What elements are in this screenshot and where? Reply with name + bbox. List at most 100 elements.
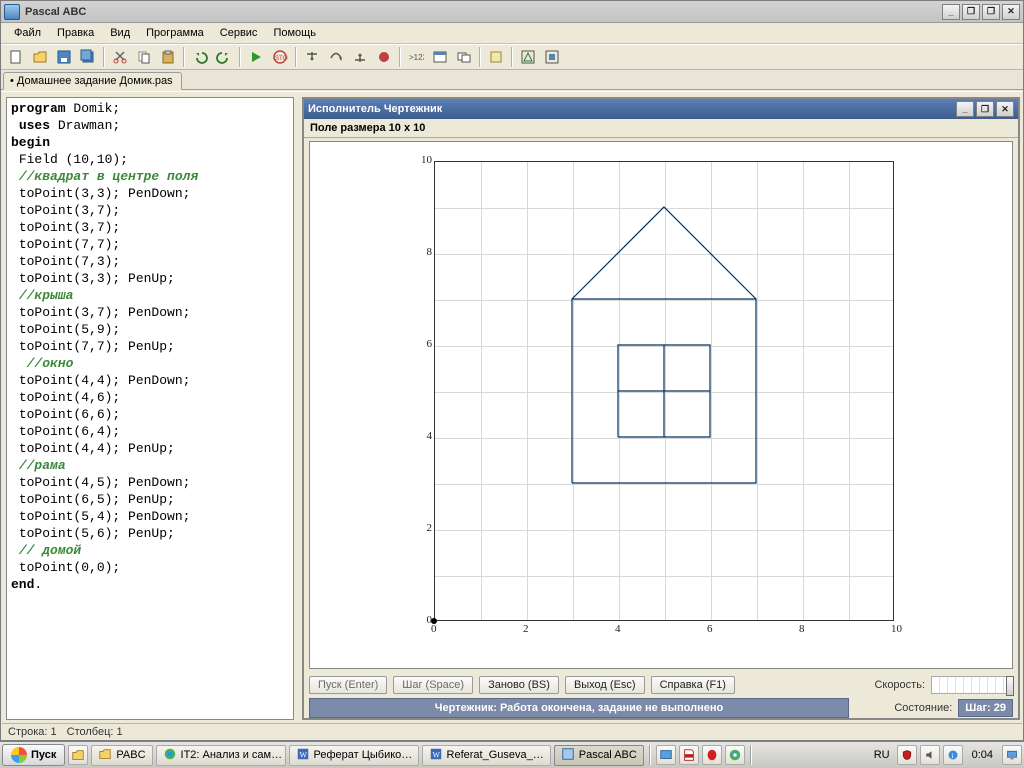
menu-view[interactable]: Вид: [103, 25, 137, 41]
step-over-icon[interactable]: [325, 47, 347, 67]
x-tick: 8: [799, 623, 805, 635]
code-line[interactable]: toPoint(6,6);: [11, 406, 289, 423]
drawman-titlebar[interactable]: Исполнитель Чертежник _ ❐ ✕: [304, 99, 1018, 119]
close-button[interactable]: ✕: [1002, 4, 1020, 20]
code-line[interactable]: toPoint(7,3);: [11, 253, 289, 270]
app-icon: [561, 747, 575, 764]
code-line[interactable]: toPoint(3,7);: [11, 202, 289, 219]
taskbar-separator: [649, 745, 651, 765]
toolbar-separator: [295, 47, 297, 67]
code-line[interactable]: toPoint(5,4); PenDown;: [11, 508, 289, 525]
paste-icon[interactable]: [157, 47, 179, 67]
titlebar[interactable]: Pascal ABC _ ❐ ❐ ✕: [1, 1, 1023, 23]
menu-help[interactable]: Помощь: [266, 25, 323, 41]
task-item[interactable]: PABC: [91, 745, 152, 766]
tray-volume-icon[interactable]: [920, 745, 940, 765]
run-button[interactable]: Пуск (Enter): [309, 676, 387, 694]
code-line[interactable]: toPoint(4,5); PenDown;: [11, 474, 289, 491]
open-file-icon[interactable]: [29, 47, 51, 67]
code-line[interactable]: Field (10,10);: [11, 151, 289, 168]
code-line[interactable]: toPoint(5,9);: [11, 321, 289, 338]
reset-button[interactable]: Заново (BS): [479, 676, 559, 694]
minimize-button[interactable]: _: [942, 4, 960, 20]
stop-icon[interactable]: STOP: [269, 47, 291, 67]
windows-icon[interactable]: [453, 47, 475, 67]
task-item[interactable]: WРеферат Цыбико…: [289, 745, 419, 766]
code-line[interactable]: toPoint(3,7); PenDown;: [11, 304, 289, 321]
code-line[interactable]: toPoint(3,7);: [11, 219, 289, 236]
code-line[interactable]: uses Drawman;: [11, 117, 289, 134]
step-out-icon[interactable]: [349, 47, 371, 67]
code-line[interactable]: end.: [11, 576, 289, 593]
code-line[interactable]: toPoint(4,6);: [11, 389, 289, 406]
quicklaunch-opera-icon[interactable]: [702, 745, 722, 765]
cut-icon[interactable]: [109, 47, 131, 67]
code-line[interactable]: toPoint(3,3); PenUp;: [11, 270, 289, 287]
code-line[interactable]: toPoint(4,4); PenUp;: [11, 440, 289, 457]
tray-shield-icon[interactable]: [897, 745, 917, 765]
field-size-label: Поле размера 10 x 10: [310, 122, 425, 134]
code-line[interactable]: toPoint(6,4);: [11, 423, 289, 440]
start-button[interactable]: Пуск: [2, 744, 65, 766]
watch-icon[interactable]: >123: [405, 47, 427, 67]
task-item[interactable]: IT2: Анализ и сам…: [156, 745, 286, 766]
quicklaunch-folder-icon[interactable]: [68, 745, 88, 765]
code-line[interactable]: //квадрат в центре поля: [11, 168, 289, 185]
toolbar-separator: [511, 47, 513, 67]
menu-service[interactable]: Сервис: [213, 25, 265, 41]
help-button[interactable]: Справка (F1): [651, 676, 735, 694]
language-indicator[interactable]: RU: [870, 749, 894, 761]
close-button[interactable]: ✕: [996, 101, 1014, 117]
tray-monitor-icon[interactable]: [1002, 745, 1022, 765]
code-line[interactable]: toPoint(5,6); PenUp;: [11, 525, 289, 542]
minimize-button[interactable]: _: [956, 101, 974, 117]
maximize-button[interactable]: ❐: [976, 101, 994, 117]
quicklaunch-chrome-icon[interactable]: [725, 745, 745, 765]
code-line[interactable]: begin: [11, 134, 289, 151]
step-button[interactable]: Шаг (Space): [393, 676, 473, 694]
exit-button[interactable]: Выход (Esc): [565, 676, 645, 694]
code-line[interactable]: //рама: [11, 457, 289, 474]
drawman-icon[interactable]: [517, 47, 539, 67]
maximize-button[interactable]: ❐: [962, 4, 980, 20]
code-line[interactable]: toPoint(7,7);: [11, 236, 289, 253]
code-line[interactable]: toPoint(0,0);: [11, 559, 289, 576]
code-editor[interactable]: program Domik; uses Drawman;begin Field …: [6, 97, 294, 720]
window-icon[interactable]: [429, 47, 451, 67]
copy-icon[interactable]: [133, 47, 155, 67]
code-line[interactable]: toPoint(7,7); PenUp;: [11, 338, 289, 355]
new-file-icon[interactable]: [5, 47, 27, 67]
speed-slider[interactable]: [931, 676, 1013, 694]
run-icon[interactable]: [245, 47, 267, 67]
options-icon[interactable]: [485, 47, 507, 67]
breakpoint-icon[interactable]: [373, 47, 395, 67]
task-item[interactable]: Pascal ABC: [554, 745, 644, 766]
code-line[interactable]: // домой: [11, 542, 289, 559]
quicklaunch-pdf-icon[interactable]: [679, 745, 699, 765]
clock[interactable]: 0:04: [966, 749, 999, 761]
task-item[interactable]: WReferat_Guseva_…: [422, 745, 551, 766]
quicklaunch-desktop-icon[interactable]: [656, 745, 676, 765]
tray-info-icon[interactable]: i: [943, 745, 963, 765]
code-line[interactable]: toPoint(6,5); PenUp;: [11, 491, 289, 508]
menu-file[interactable]: Файл: [7, 25, 48, 41]
save-all-icon[interactable]: [77, 47, 99, 67]
restore-button[interactable]: ❐: [982, 4, 1000, 20]
redo-icon[interactable]: [213, 47, 235, 67]
step-into-icon[interactable]: [301, 47, 323, 67]
menubar: Файл Правка Вид Программа Сервис Помощь: [1, 23, 1023, 44]
menu-program[interactable]: Программа: [139, 25, 211, 41]
slider-thumb[interactable]: [1006, 676, 1014, 696]
undo-icon[interactable]: [189, 47, 211, 67]
code-line[interactable]: toPoint(4,4); PenDown;: [11, 372, 289, 389]
code-line[interactable]: program Domik;: [11, 100, 289, 117]
code-line[interactable]: //крыша: [11, 287, 289, 304]
code-line[interactable]: //окно: [11, 355, 289, 372]
menu-edit[interactable]: Правка: [50, 25, 101, 41]
app-window: Pascal ABC _ ❐ ❐ ✕ Файл Правка Вид Прогр…: [0, 0, 1024, 741]
code-line[interactable]: toPoint(3,3); PenDown;: [11, 185, 289, 202]
save-icon[interactable]: [53, 47, 75, 67]
tab-file[interactable]: • Домашнее задание Домик.pas: [3, 72, 182, 90]
robot-icon[interactable]: [541, 47, 563, 67]
speed-label: Скорость:: [874, 679, 925, 691]
